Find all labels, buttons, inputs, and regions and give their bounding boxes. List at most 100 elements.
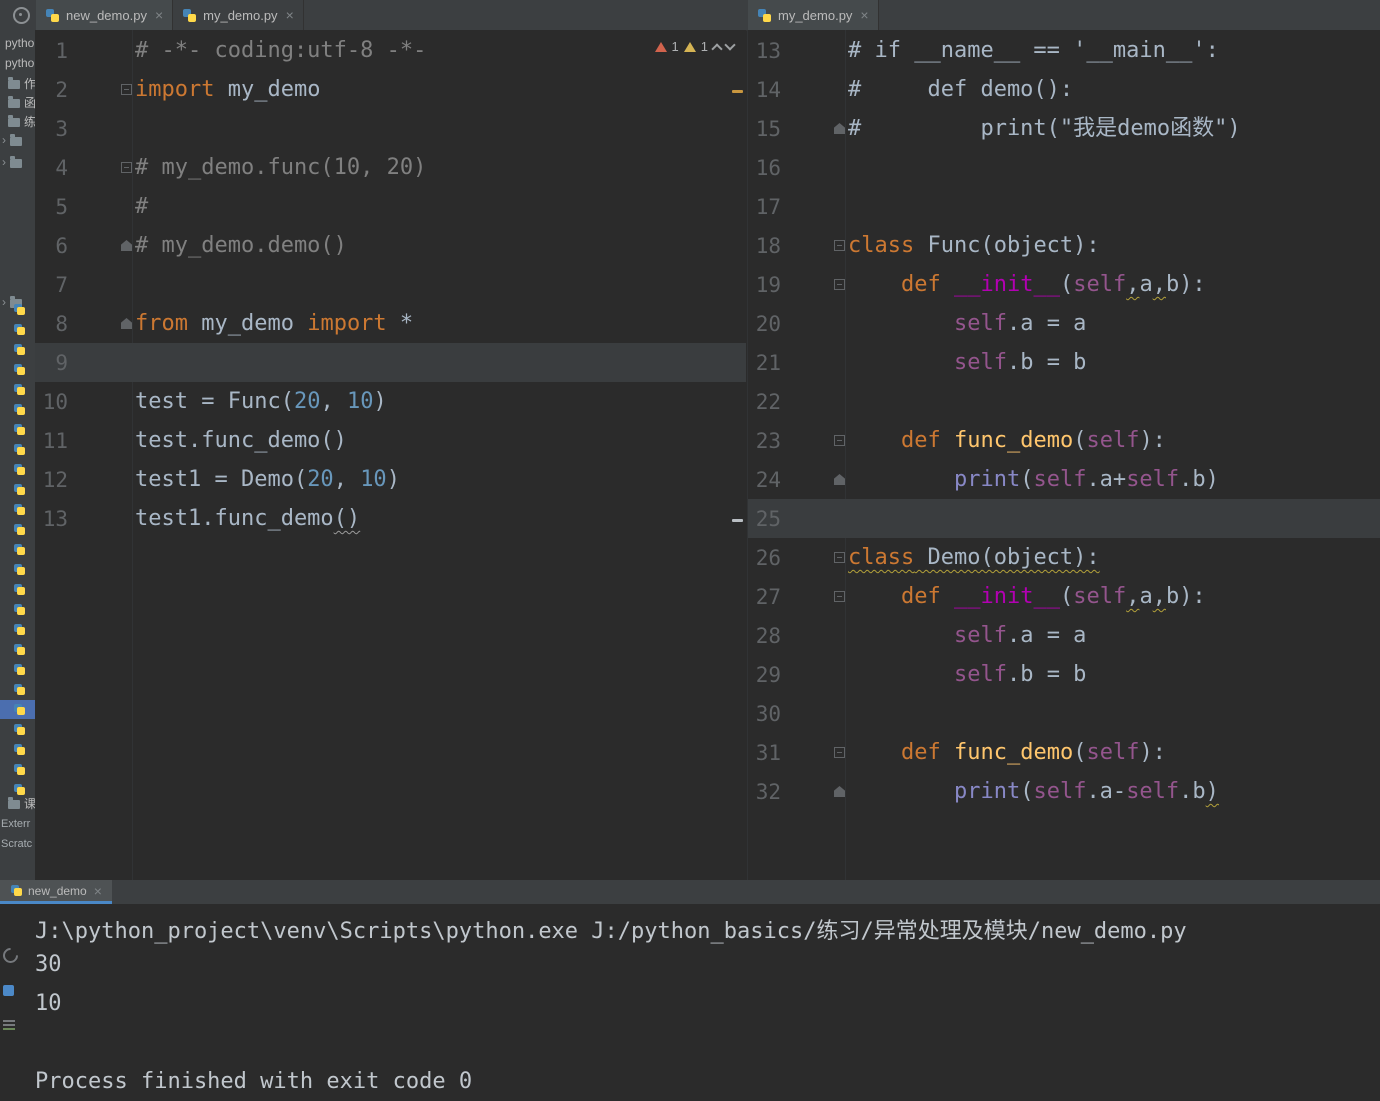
project-file-item[interactable]	[0, 360, 35, 379]
tree-item-pytho[interactable]: pytho	[5, 34, 34, 52]
chevron-right-icon[interactable]: ›	[2, 134, 6, 146]
code-line-30[interactable]: 30	[748, 694, 1380, 733]
tab-new_demo.py[interactable]: new_demo.py ×	[36, 0, 174, 30]
close-icon[interactable]: ×	[94, 884, 102, 898]
code-line-23[interactable]: 23 def func_demo(self):	[748, 421, 1380, 460]
code-line-17[interactable]: 17	[748, 187, 1380, 226]
project-file-item[interactable]	[0, 560, 35, 579]
gutter[interactable]: 21	[748, 343, 848, 382]
project-file-item[interactable]	[0, 300, 35, 319]
gutter[interactable]: 6	[35, 226, 135, 265]
code-line-18[interactable]: 18 class Func(object):	[748, 226, 1380, 265]
tree-item[interactable]: ›	[2, 131, 22, 149]
tree-item-作[interactable]: 作	[8, 74, 35, 92]
project-file-item[interactable]	[0, 420, 35, 439]
tab-my_demo.py[interactable]: my_demo.py ×	[173, 0, 304, 30]
gutter[interactable]: 17	[748, 187, 848, 226]
code-line-7[interactable]: 7	[35, 265, 746, 304]
code-line-9[interactable]: 9	[35, 343, 746, 382]
close-icon[interactable]: ×	[286, 8, 294, 22]
next-issue-icon[interactable]	[724, 38, 736, 51]
gutter[interactable]: 13	[748, 31, 848, 70]
fold-marker[interactable]	[834, 240, 845, 251]
gutter[interactable]: 11	[35, 421, 135, 460]
gutter[interactable]: 28	[748, 616, 848, 655]
run-tab[interactable]: new_demo ×	[0, 880, 112, 904]
code-line-16[interactable]: 16	[748, 148, 1380, 187]
fold-marker[interactable]	[834, 435, 845, 446]
gutter[interactable]: 32	[748, 772, 848, 811]
gutter[interactable]: 7	[35, 265, 135, 304]
tree-item-pytho[interactable]: pytho	[5, 54, 34, 72]
project-file-item[interactable]	[0, 540, 35, 559]
tab-my_demo.py[interactable]: my_demo.py ×	[748, 0, 879, 30]
fold-marker[interactable]	[121, 240, 132, 251]
code-line-13[interactable]: 13 # if __name__ == '__main__':	[748, 31, 1380, 70]
gutter[interactable]: 23	[748, 421, 848, 460]
code-line-24[interactable]: 24 print(self.a+self.b)	[748, 460, 1380, 499]
fold-marker[interactable]	[834, 552, 845, 563]
gutter[interactable]: 27	[748, 577, 848, 616]
code-line-10[interactable]: 10 test = Func(20, 10)	[35, 382, 746, 421]
gutter[interactable]: 13	[35, 499, 135, 538]
project-file-item[interactable]	[0, 660, 35, 679]
target-icon[interactable]	[13, 7, 30, 24]
code-line-25[interactable]: 25	[748, 499, 1380, 538]
code-line-28[interactable]: 28 self.a = a	[748, 616, 1380, 655]
gutter[interactable]: 2	[35, 70, 135, 109]
code-line-15[interactable]: 15 # print("我是demo函数")	[748, 109, 1380, 148]
project-file-item[interactable]	[0, 740, 35, 759]
code-line-8[interactable]: 8 from my_demo import *	[35, 304, 746, 343]
project-file-item[interactable]	[0, 680, 35, 699]
gutter[interactable]: 14	[748, 70, 848, 109]
gutter[interactable]: 24	[748, 460, 848, 499]
gutter[interactable]: 4	[35, 148, 135, 187]
gutter[interactable]: 10	[35, 382, 135, 421]
project-file-item[interactable]	[0, 460, 35, 479]
chevron-right-icon[interactable]: ›	[2, 156, 6, 168]
fold-marker[interactable]	[834, 747, 845, 758]
gutter[interactable]: 19	[748, 265, 848, 304]
code-line-21[interactable]: 21 self.b = b	[748, 343, 1380, 382]
gutter[interactable]: 20	[748, 304, 848, 343]
gutter[interactable]: 9	[35, 343, 135, 382]
fold-marker[interactable]	[121, 162, 132, 173]
inspection-widget[interactable]: 1 1	[654, 38, 736, 55]
editor-pane-right[interactable]: 13 # if __name__ == '__main__': 14 # def de…	[747, 30, 1380, 880]
project-file-item[interactable]	[0, 340, 35, 359]
project-file-item[interactable]	[0, 500, 35, 519]
code-line-20[interactable]: 20 self.a = a	[748, 304, 1380, 343]
tree-item-课[interactable]: 课	[8, 794, 35, 812]
project-file-item[interactable]	[0, 640, 35, 659]
gutter[interactable]: 15	[748, 109, 848, 148]
stripe-mark[interactable]	[732, 519, 743, 522]
code-line-1[interactable]: 1 # -*- coding:utf-8 -*-	[35, 31, 746, 70]
gutter[interactable]: 8	[35, 304, 135, 343]
gutter[interactable]: 26	[748, 538, 848, 577]
code-line-4[interactable]: 4 # my_demo.func(10, 20)	[35, 148, 746, 187]
project-file-item[interactable]	[0, 400, 35, 419]
code-line-13[interactable]: 13 test1.func_demo()	[35, 499, 746, 538]
fold-marker[interactable]	[121, 84, 132, 95]
prev-issue-icon[interactable]	[711, 42, 723, 55]
project-file-item[interactable]	[0, 580, 35, 599]
project-file-item[interactable]	[0, 480, 35, 499]
editor-pane-left[interactable]: 1 # -*- coding:utf-8 -*- 2 import my_demo 3 4…	[35, 30, 746, 880]
code-line-6[interactable]: 6 # my_demo.demo()	[35, 226, 746, 265]
fold-marker[interactable]	[834, 279, 845, 290]
fold-marker[interactable]	[834, 123, 845, 134]
gutter[interactable]: 25	[748, 499, 848, 538]
project-file-item[interactable]	[0, 380, 35, 399]
project-file-item[interactable]	[0, 620, 35, 639]
gutter[interactable]: 29	[748, 655, 848, 694]
tree-item-Exterr[interactable]: Exterr	[1, 815, 30, 833]
tree-item-练[interactable]: 练	[8, 112, 35, 130]
code-line-2[interactable]: 2 import my_demo	[35, 70, 746, 109]
close-icon[interactable]: ×	[155, 8, 163, 22]
gutter[interactable]: 31	[748, 733, 848, 772]
close-icon[interactable]: ×	[860, 8, 868, 22]
code-line-22[interactable]: 22	[748, 382, 1380, 421]
fold-marker[interactable]	[121, 318, 132, 329]
gutter[interactable]: 3	[35, 109, 135, 148]
project-file-item[interactable]	[0, 320, 35, 339]
